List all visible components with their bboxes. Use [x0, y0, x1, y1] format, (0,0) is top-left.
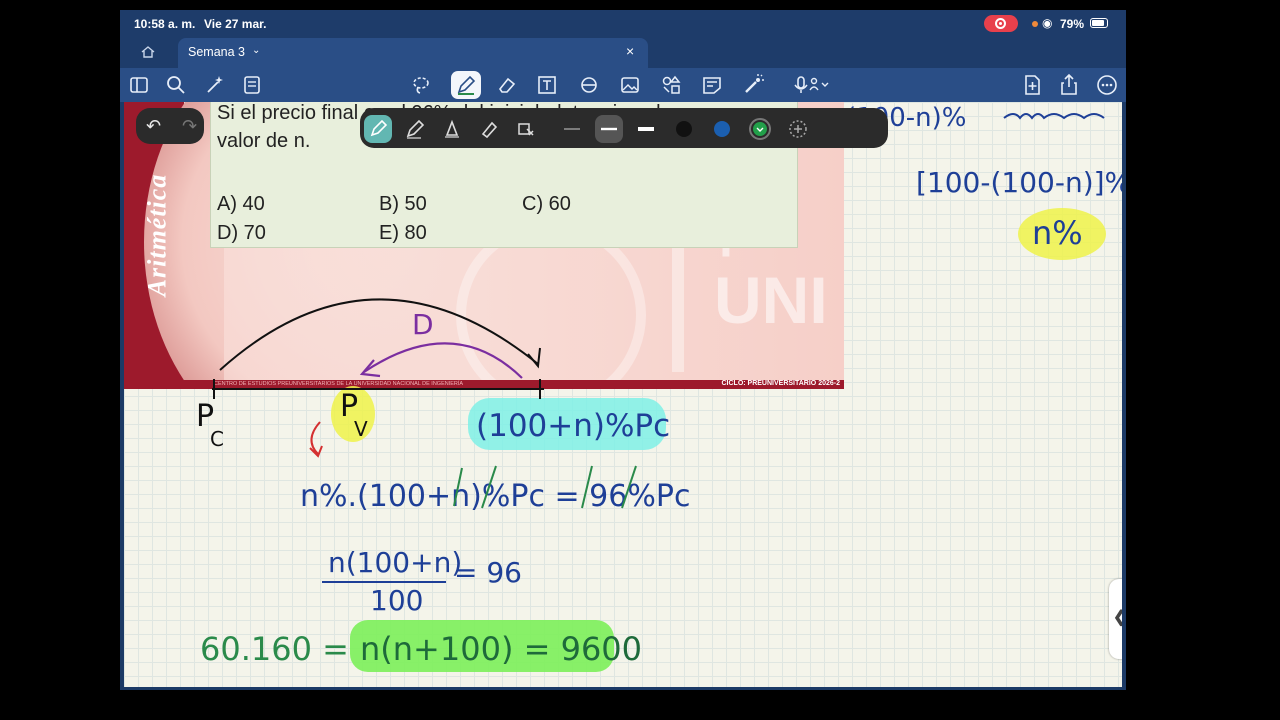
mic-indicator-dot [1032, 21, 1038, 27]
undo-redo-bar: ↶ ↷ [136, 108, 204, 144]
equation-1: n%.(100+n)%Pc = 96%Pc [300, 479, 690, 514]
screen: 10:58 a. m. Vie 27 mar. ◉ 79% Semana 3 ⌄… [0, 0, 1280, 720]
ballpoint-pen-icon[interactable] [401, 115, 429, 143]
toolbar [120, 68, 1126, 102]
tab-semana-3[interactable]: Semana 3 ⌄ × [178, 38, 648, 68]
label-pc-sub: C [210, 427, 224, 451]
note-n-percent: n% [1032, 214, 1083, 252]
chevron-down-icon[interactable]: ⌄ [252, 45, 260, 56]
elements-icon[interactable] [658, 72, 684, 98]
label-total: (100+n)%Pc [476, 408, 670, 444]
equation-2-denominator: 100 [370, 584, 423, 617]
status-bar: 10:58 a. m. Vie 27 mar. ◉ 79% [120, 10, 1126, 38]
sticky-note-icon[interactable] [699, 72, 725, 98]
sparkle-icon[interactable] [201, 72, 227, 98]
search-icon[interactable] [163, 72, 189, 98]
red-arrow [310, 421, 321, 455]
color-blue-swatch[interactable] [708, 115, 736, 143]
lasso-icon[interactable] [408, 72, 434, 98]
status-date: Vie 27 mar. [204, 17, 267, 31]
ipad-app-window: 10:58 a. m. Vie 27 mar. ◉ 79% Semana 3 ⌄… [120, 10, 1126, 690]
color-black-swatch[interactable] [670, 115, 698, 143]
redo-icon[interactable]: ↷ [182, 116, 197, 137]
note-scribble [1003, 113, 1105, 120]
label-pv-sub: V [354, 417, 368, 441]
increase-arc [219, 298, 539, 371]
status-time: 10:58 a. m. [134, 17, 196, 31]
microphone-icon[interactable] [790, 72, 834, 98]
screen-recording-icon[interactable] [984, 15, 1018, 32]
medium-stroke-option[interactable] [595, 115, 623, 143]
more-icon[interactable] [1094, 72, 1120, 98]
equation-3-lhs: 60.160 = [200, 630, 349, 668]
eraser-icon[interactable] [494, 72, 520, 98]
share-icon[interactable] [1056, 72, 1082, 98]
thick-stroke-option[interactable] [632, 115, 660, 143]
thin-stroke-option[interactable] [558, 115, 586, 143]
tape-icon[interactable] [512, 115, 540, 143]
add-color-icon[interactable] [784, 115, 812, 143]
fountain-pen-icon[interactable] [364, 115, 392, 143]
document-icon[interactable] [239, 72, 265, 98]
laser-icon[interactable] [740, 72, 766, 98]
equation-3-box: n(n+100) = 9600 [360, 630, 642, 668]
undo-icon[interactable]: ↶ [146, 116, 161, 137]
pen-icon[interactable] [451, 71, 481, 99]
color-green-swatch[interactable] [746, 115, 774, 143]
chevron-left-icon: ❮ [1113, 607, 1122, 627]
note-bracket-expression: [100-(100-n)]% [916, 166, 1122, 199]
tab-title: Semana 3 [188, 45, 245, 59]
brush-pen-icon[interactable] [438, 115, 466, 143]
new-page-icon[interactable] [1019, 72, 1045, 98]
tab-bar: Semana 3 ⌄ × [120, 38, 1126, 68]
home-icon[interactable] [140, 44, 156, 60]
notebook-page[interactable]: Aritmética pre UNI Si el precio final es… [124, 102, 1122, 687]
close-tab-icon[interactable]: × [626, 43, 634, 59]
equation-2-numerator: n(100+n) [328, 546, 462, 579]
highlighter-icon[interactable] [475, 115, 503, 143]
shapes-icon[interactable] [576, 72, 602, 98]
handwriting-layer[interactable]: D P C P V (100+n)%Pc n%.(100+n)%Pc = 96%… [124, 102, 1122, 687]
text-box-icon[interactable] [534, 72, 560, 98]
privacy-eye-icon: ◉ [1042, 16, 1053, 30]
discount-arc [363, 342, 523, 379]
battery-icon [1090, 18, 1108, 28]
label-d: D [412, 308, 434, 341]
sidebar-icon[interactable] [126, 72, 152, 98]
bottom-edge [120, 687, 1126, 690]
battery-percent: 79% [1060, 17, 1085, 31]
increase-arrowhead [527, 347, 541, 369]
side-panel-handle[interactable]: ❮ [1109, 579, 1122, 659]
equation-2-rhs: = 96 [454, 556, 522, 589]
image-icon[interactable] [617, 72, 643, 98]
pen-options-bar [360, 108, 888, 148]
